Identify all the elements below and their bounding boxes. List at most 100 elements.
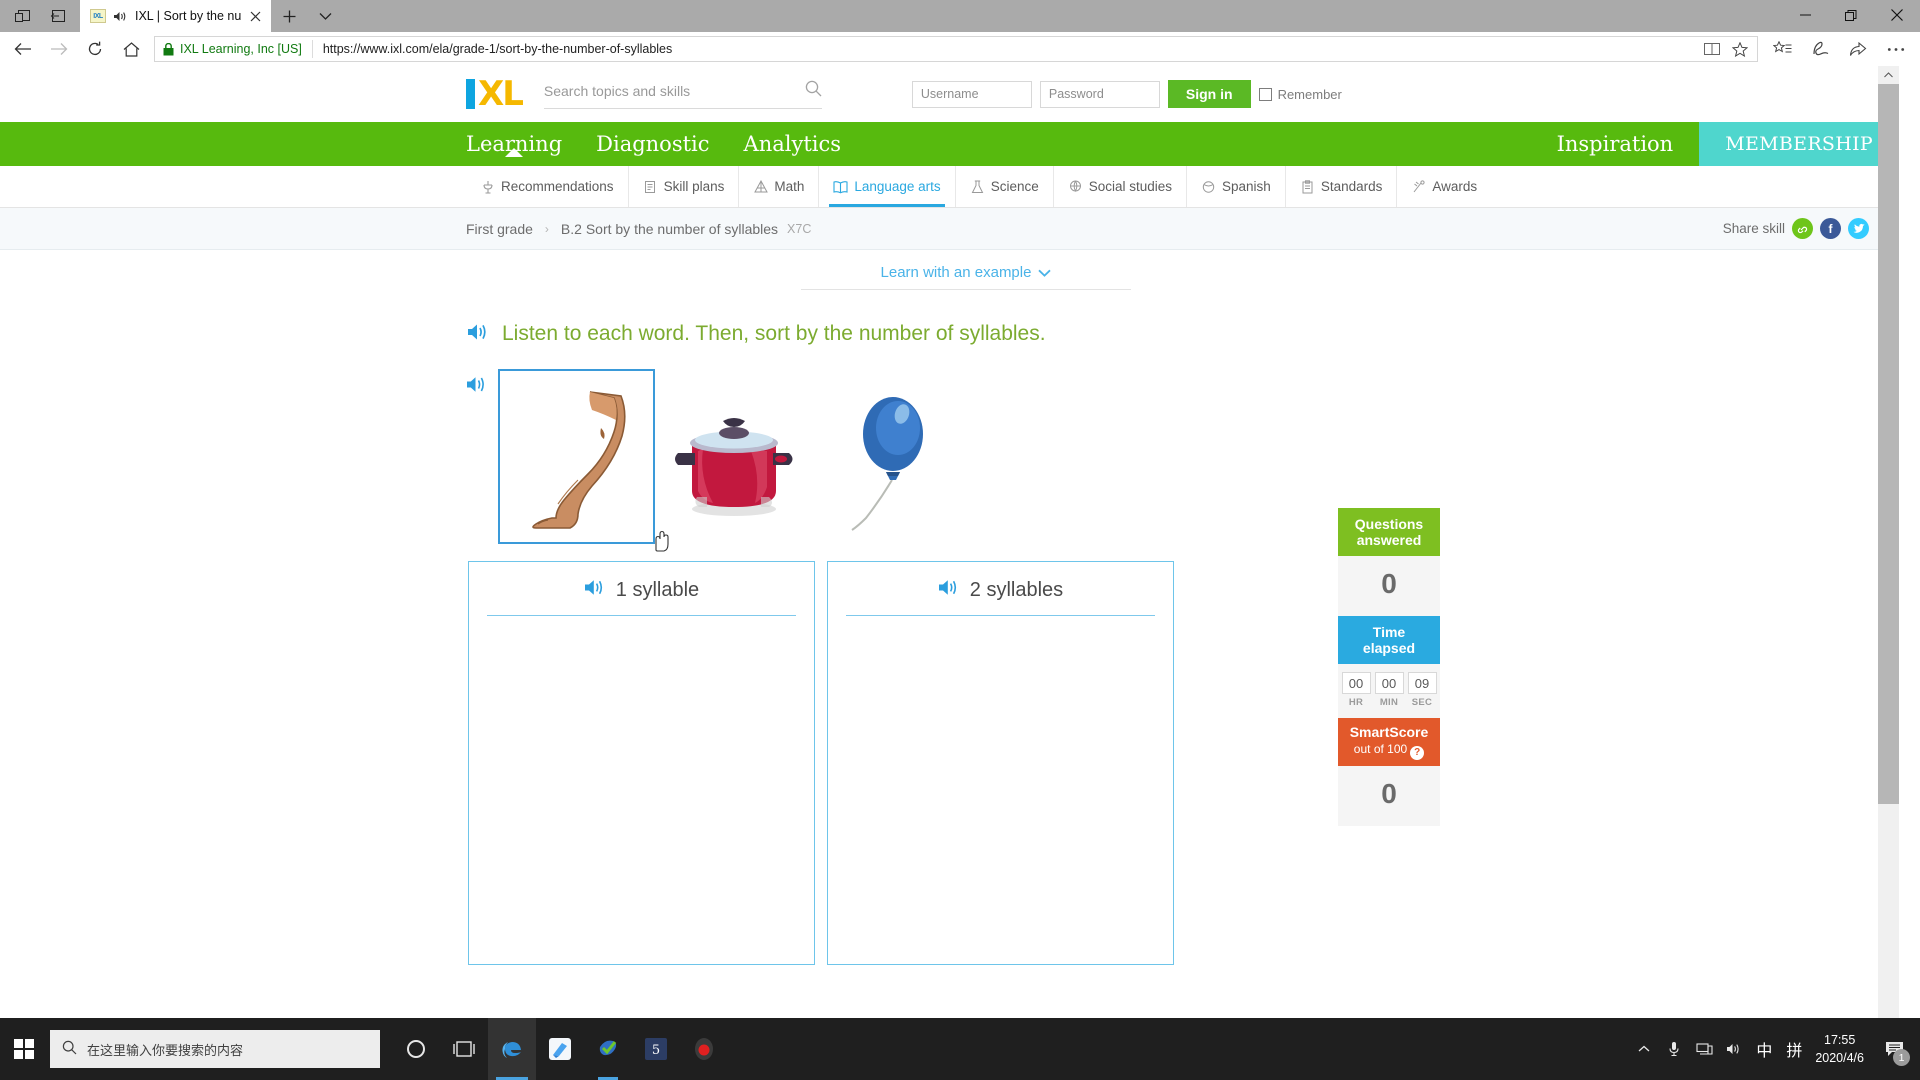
help-icon[interactable]: ?: [1410, 746, 1425, 761]
dropzone-2-syllables[interactable]: 2 syllables: [827, 561, 1174, 965]
subnav-label: Skill plans: [663, 179, 725, 194]
windows-taskbar: 在这里输入你要搜索的内容 5 中 拼 17:55 2020/4/6 1: [0, 1018, 1920, 1080]
notification-icon[interactable]: 1: [1874, 1018, 1914, 1080]
subnav-item-skill-plans[interactable]: Skill plans: [629, 166, 740, 207]
breadcrumb-bar: First grade › B.2 Sort by the number of …: [0, 208, 1899, 250]
title-bar: IXL IXL | Sort by the nu: [0, 0, 1920, 32]
remember-label: Remember: [1277, 86, 1342, 102]
speaker-icon[interactable]: [113, 10, 128, 23]
divider: [846, 615, 1155, 616]
close-button[interactable]: [1874, 0, 1920, 30]
volume-icon[interactable]: [1719, 1018, 1749, 1080]
search-input[interactable]: [543, 82, 774, 99]
scroll-up-arrow[interactable]: [1878, 66, 1899, 84]
math-icon: [753, 179, 768, 194]
question-text: Listen to each word. Then, sort by the n…: [502, 322, 1046, 345]
web-notes-icon[interactable]: [1802, 34, 1838, 64]
speaker-icon[interactable]: [467, 322, 489, 347]
questions-answered-value: 0: [1338, 556, 1440, 617]
restore-button[interactable]: [1828, 0, 1874, 30]
twitter-icon[interactable]: [1848, 218, 1869, 239]
ime-mode-label[interactable]: 中: [1749, 1018, 1779, 1080]
subnav-item-math[interactable]: Math: [739, 166, 820, 207]
search-icon[interactable]: [805, 80, 822, 102]
microphone-icon[interactable]: [1659, 1018, 1689, 1080]
refresh-icon[interactable]: [78, 34, 112, 64]
smartscore-header: SmartScore out of 100?: [1338, 718, 1440, 767]
draggable-item-pot[interactable]: [655, 369, 812, 544]
ixl-page: XL Sign in Remember: [0, 66, 1899, 1018]
time-hours: 00 HR: [1341, 672, 1371, 708]
share-link-icon[interactable]: [1792, 218, 1813, 239]
subnav-item-spanish[interactable]: Spanish: [1187, 166, 1286, 207]
cortana-icon[interactable]: [392, 1018, 440, 1080]
draggable-item-balloon[interactable]: [812, 369, 969, 544]
taskbar-clock[interactable]: 17:55 2020/4/6: [1809, 1031, 1874, 1067]
page-scrollbar[interactable]: [1878, 66, 1899, 1018]
breadcrumb-grade[interactable]: First grade: [466, 221, 533, 237]
score-panel: Questions answered 0 Time elapsed 00 HR: [1338, 508, 1440, 827]
username-field[interactable]: [911, 80, 1032, 108]
address-text[interactable]: https://www.ixl.com/ela/grade-1/sort-by-…: [313, 42, 1699, 56]
task-view-icon[interactable]: [440, 1018, 488, 1080]
nav-item-diagnostic[interactable]: Diagnostic: [596, 132, 709, 156]
subnav-item-recommendations[interactable]: Recommendations: [466, 166, 629, 207]
show-hidden-icons-chevron[interactable]: [1629, 1018, 1659, 1080]
forward-arrow-icon[interactable]: [42, 34, 76, 64]
taskbar-search-box[interactable]: 在这里输入你要搜索的内容: [50, 1030, 380, 1068]
new-tab-button[interactable]: [271, 0, 307, 32]
subnav-item-social-studies[interactable]: Social studies: [1054, 166, 1188, 207]
subnav-item-language-arts[interactable]: Language arts: [819, 166, 956, 207]
back-arrow-icon[interactable]: [6, 34, 40, 64]
tab-preview-icon[interactable]: [4, 1, 40, 31]
star-icon[interactable]: [1727, 37, 1753, 61]
ime-pinyin-label[interactable]: 拼: [1779, 1018, 1809, 1080]
site-search[interactable]: [543, 80, 822, 109]
address-bar[interactable]: IXL Learning, Inc [US] https://www.ixl.c…: [154, 36, 1758, 62]
speaker-icon[interactable]: [584, 578, 606, 602]
dropzone-label: 1 syllable: [615, 578, 700, 601]
nav-item-analytics[interactable]: Analytics: [744, 132, 841, 156]
facebook-icon[interactable]: f: [1820, 218, 1841, 239]
share-icon[interactable]: [1840, 34, 1876, 64]
reading-view-icon[interactable]: [1699, 37, 1725, 61]
start-button[interactable]: [0, 1018, 48, 1080]
word-image-row: [466, 369, 1466, 544]
favorites-hub-icon[interactable]: [1764, 34, 1800, 64]
more-icon[interactable]: [1878, 34, 1914, 64]
minimize-button[interactable]: [1782, 0, 1828, 30]
app-bs-icon[interactable]: 5: [632, 1018, 680, 1080]
time-seconds-value: 09: [1407, 672, 1437, 695]
speaker-icon[interactable]: [466, 375, 487, 399]
remember-checkbox[interactable]: Remember: [1258, 86, 1342, 102]
learn-with-example-label: Learn with an example: [880, 264, 1032, 281]
nav-item-membership[interactable]: MEMBERSHIP: [1699, 122, 1899, 166]
app-blue-bird-icon[interactable]: [536, 1018, 584, 1080]
checkbox-box[interactable]: [1258, 87, 1272, 101]
speaker-icon[interactable]: [938, 578, 960, 602]
scrollbar-thumb[interactable]: [1878, 84, 1899, 804]
subnav-item-standards[interactable]: Standards: [1286, 166, 1398, 207]
app-green-check-icon[interactable]: [584, 1018, 632, 1080]
close-icon[interactable]: [248, 9, 263, 24]
network-icon[interactable]: [1689, 1018, 1719, 1080]
draggable-item-leg[interactable]: [498, 369, 655, 544]
ixl-logo[interactable]: XL: [466, 77, 524, 111]
browser-tab[interactable]: IXL IXL | Sort by the nu: [80, 0, 272, 32]
chevron-down-icon[interactable]: [307, 0, 343, 32]
dropzone-1-syllable[interactable]: 1 syllable: [468, 561, 815, 965]
sign-in-button[interactable]: Sign in: [1167, 80, 1251, 108]
password-field[interactable]: [1039, 80, 1160, 108]
subnav-label: Awards: [1432, 179, 1478, 194]
tab-strip: IXL IXL | Sort by the nu: [80, 0, 343, 32]
lock-icon: [155, 42, 180, 56]
edge-icon[interactable]: [488, 1018, 536, 1080]
set-tabs-aside-icon[interactable]: [40, 1, 76, 31]
home-icon[interactable]: [114, 34, 148, 64]
app-red-circle-icon[interactable]: [680, 1018, 728, 1080]
subnav-item-awards[interactable]: Awards: [1397, 166, 1491, 207]
subnav-item-science[interactable]: Science: [956, 166, 1054, 207]
nav-item-inspiration[interactable]: Inspiration: [1557, 122, 1700, 166]
nav-item-learning[interactable]: Learning: [466, 132, 562, 157]
learn-with-example-link[interactable]: Learn with an example: [801, 264, 1131, 290]
